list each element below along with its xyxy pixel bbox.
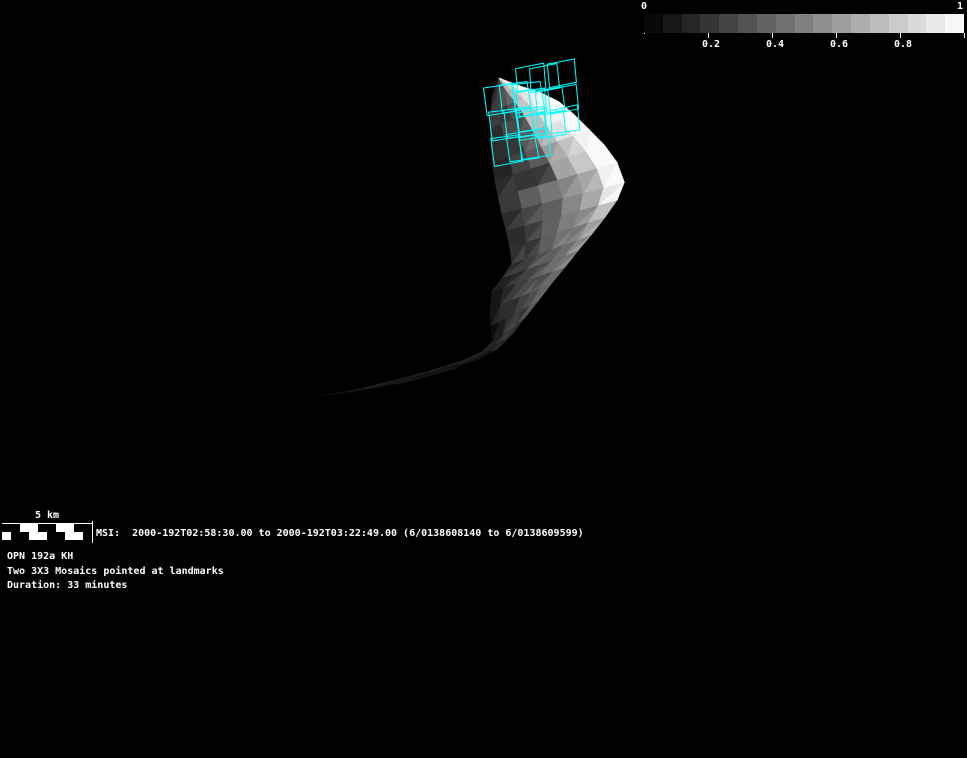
- colorbar-tick-label: 0.6: [827, 39, 851, 51]
- colorbar-cell: [908, 14, 927, 33]
- asteroid-mesh: [313, 78, 624, 396]
- colorbar-tick: [964, 33, 965, 38]
- colorbar-cell: [795, 14, 814, 33]
- colorbar-cell: [700, 14, 719, 33]
- colorbar-cell: [738, 14, 757, 33]
- duration-label: Duration: 33 minutes: [7, 580, 127, 592]
- colorbar-cell: [644, 14, 663, 33]
- scale-bar-cell: [2, 524, 20, 532]
- asteroid-render: [0, 0, 967, 758]
- colorbar-cell: [719, 14, 738, 33]
- scale-bar-top-line: [2, 523, 92, 524]
- colorbar-cell: [757, 14, 776, 33]
- scale-bar-cell: [2, 532, 11, 540]
- colorbar-cell: [813, 14, 832, 33]
- colorbar-tick: [836, 33, 837, 38]
- scale-bar-cell: [65, 532, 83, 540]
- colorbar-tick-label: 0.4: [763, 39, 787, 51]
- colorbar-cell: [776, 14, 795, 33]
- scale-bar-cell: [56, 524, 74, 532]
- colorbar-tick-label: 0.2: [699, 39, 723, 51]
- scale-bar-cell: [29, 532, 47, 540]
- opnav-label: OPN 192a KH: [7, 551, 73, 563]
- colorbar-cell: [870, 14, 889, 33]
- scale-bar-cell: [20, 524, 38, 532]
- scale-bar-end-line: [92, 521, 93, 543]
- viewport: 0 1 0.2 0.4 0.6 0.8 5 km MSI: 2000-192T02:5…: [0, 0, 967, 758]
- colorbar-min-label: 0: [636, 1, 652, 13]
- scale-bar-cell: [83, 532, 92, 540]
- scale-bar-cell: [11, 532, 29, 540]
- colorbar-cell: [926, 14, 945, 33]
- scale-bar-cell: [74, 524, 92, 532]
- colorbar-cell: [682, 14, 701, 33]
- scale-bar-cell: [38, 524, 56, 532]
- scale-bar-cell: [47, 532, 65, 540]
- colorbar-cell: [832, 14, 851, 33]
- scale-bar-label: 5 km: [2, 510, 92, 522]
- colorbar-cell: [889, 14, 908, 33]
- mosaic-frame: [547, 59, 576, 88]
- colorbar-cell: [663, 14, 682, 33]
- colorbar-max-label: 1: [952, 1, 967, 13]
- colorbar-tick: [900, 33, 901, 38]
- colorbar-tick: [772, 33, 773, 38]
- colorbar-cell: [945, 14, 964, 33]
- colorbar-tick-label: 0.8: [891, 39, 915, 51]
- mosaic-description-label: Two 3X3 Mosaics pointed at landmarks: [7, 566, 224, 578]
- colorbar-cell: [851, 14, 870, 33]
- observation-range-label: MSI: 2000-192T02:58:30.00 to 2000-192T03…: [96, 528, 584, 540]
- colorbar-tick: [708, 33, 709, 38]
